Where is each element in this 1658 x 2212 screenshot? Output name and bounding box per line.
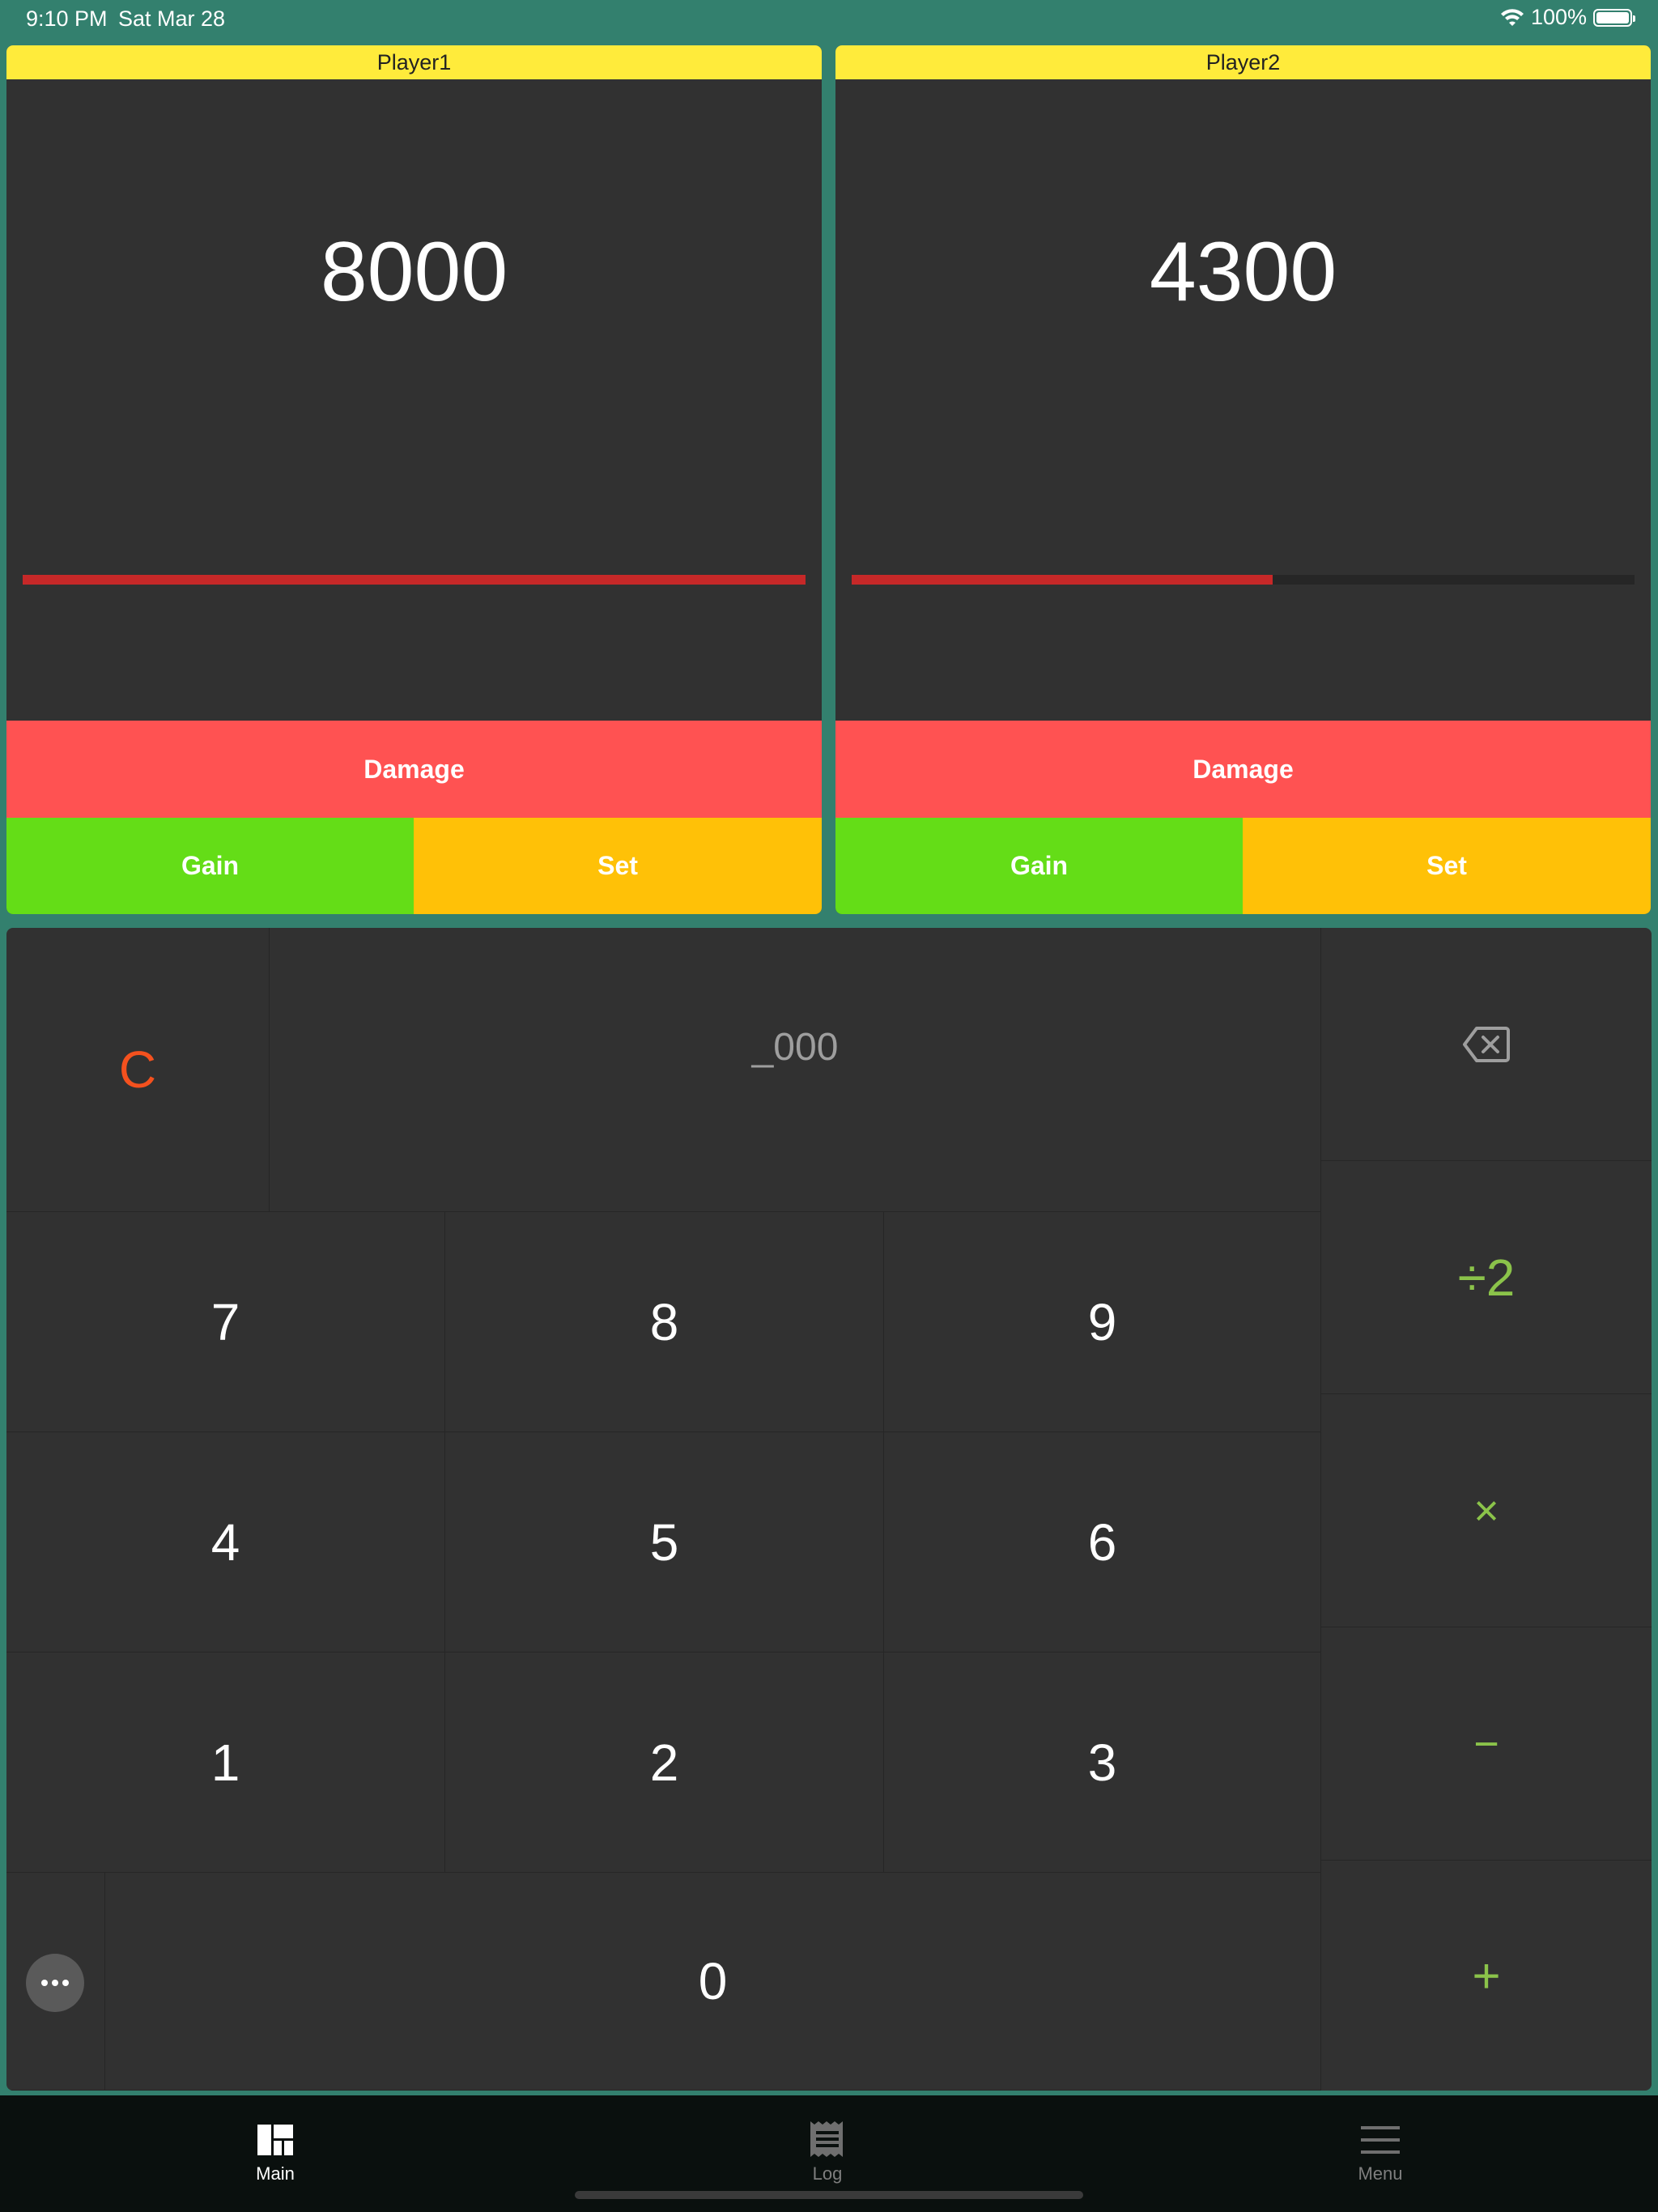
multiply-button[interactable]: × <box>1321 1394 1652 1627</box>
life-bar-fill <box>23 575 806 585</box>
key-3[interactable]: 3 <box>884 1653 1321 1873</box>
receipt-icon <box>810 2121 843 2157</box>
hamburger-icon <box>1361 2126 1400 2154</box>
life-bar-fill <box>852 575 1273 585</box>
subtract-button[interactable]: − <box>1321 1627 1652 1861</box>
input-display: _000 <box>270 928 1321 1212</box>
key-7[interactable]: 7 <box>6 1212 445 1432</box>
damage-button[interactable]: Damage <box>6 721 822 818</box>
player2-panel: Player2 4300 Damage Gain Set <box>835 45 1651 914</box>
backspace-icon <box>1463 1026 1510 1062</box>
ellipsis-icon-dot <box>62 1980 69 1986</box>
key-9[interactable]: 9 <box>884 1212 1321 1432</box>
tab-main[interactable]: Main <box>178 2095 372 2184</box>
key-4[interactable]: 4 <box>6 1432 445 1653</box>
player-name[interactable]: Player1 <box>6 45 822 79</box>
gain-button[interactable]: Gain <box>835 818 1243 914</box>
key-0[interactable]: 0 <box>105 1873 1321 2091</box>
dashboard-icon <box>257 2125 293 2155</box>
add-button[interactable]: + <box>1321 1861 1652 2091</box>
backspace-button[interactable] <box>1321 928 1652 1161</box>
tab-log[interactable]: Log <box>730 2095 925 2184</box>
life-bar <box>852 575 1635 585</box>
status-date: Sat Mar 28 <box>118 6 226 31</box>
calculator-keypad: C _000 7 8 9 4 5 6 1 2 3 0 ÷2 × − + <box>6 928 1652 2091</box>
tab-menu-label: Menu <box>1358 2163 1403 2184</box>
home-indicator[interactable] <box>575 2191 1083 2199</box>
battery-percent: 100% <box>1530 5 1587 29</box>
life-points: 4300 <box>1149 225 1337 319</box>
key-2[interactable]: 2 <box>445 1653 884 1873</box>
tab-main-label: Main <box>256 2163 295 2184</box>
damage-button[interactable]: Damage <box>835 721 1651 818</box>
key-6[interactable]: 6 <box>884 1432 1321 1653</box>
life-points: 8000 <box>320 225 508 319</box>
ellipsis-icon <box>41 1980 48 1986</box>
ellipsis-icon-dot <box>52 1980 58 1986</box>
gain-button[interactable]: Gain <box>6 818 414 914</box>
wifi-icon <box>1500 8 1524 26</box>
battery-icon <box>1593 8 1635 27</box>
clear-button[interactable]: C <box>6 928 270 1212</box>
halve-button[interactable]: ÷2 <box>1321 1161 1652 1394</box>
key-1[interactable]: 1 <box>6 1653 445 1873</box>
player1-panel: Player1 8000 Damage Gain Set <box>6 45 822 914</box>
key-5[interactable]: 5 <box>445 1432 884 1653</box>
tab-menu[interactable]: Menu <box>1283 2095 1477 2184</box>
status-time: 9:10 PM <box>26 6 108 31</box>
tab-log-label: Log <box>812 2163 843 2184</box>
set-button[interactable]: Set <box>1243 818 1651 914</box>
life-bar <box>23 575 806 585</box>
key-8[interactable]: 8 <box>445 1212 884 1432</box>
player-name[interactable]: Player2 <box>835 45 1651 79</box>
status-indicators: 100% <box>1500 5 1635 30</box>
set-button[interactable]: Set <box>414 818 822 914</box>
more-button[interactable] <box>26 1954 84 2012</box>
